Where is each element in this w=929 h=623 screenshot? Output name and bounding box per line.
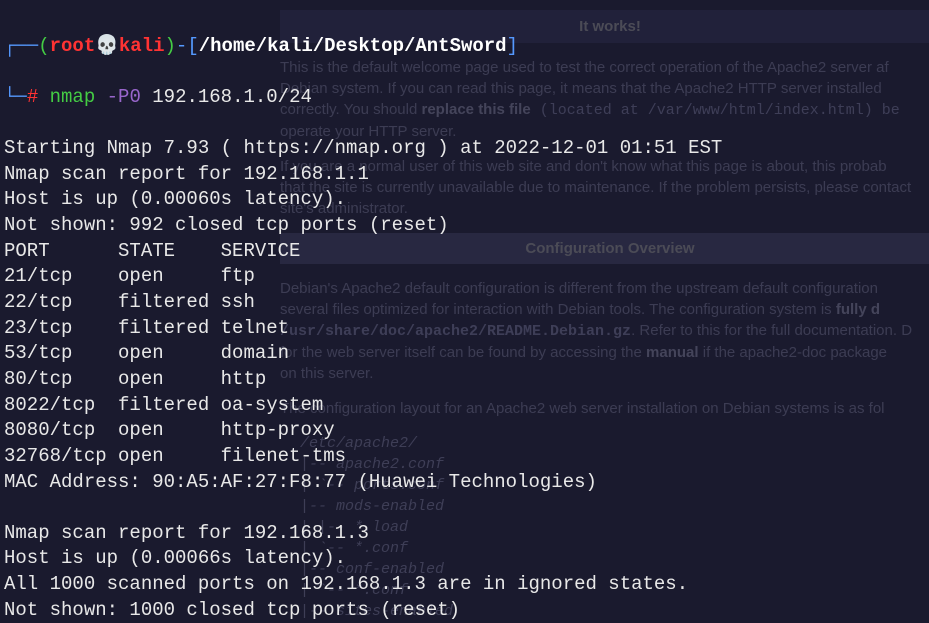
port-row: 23/tcp filtered telnet [4, 317, 289, 339]
command-target: 192.168.1.0/24 [152, 86, 312, 108]
port-row: 80/tcp open http [4, 368, 266, 390]
host-up-1: Host is up (0.00060s latency). [4, 188, 346, 210]
not-shown-1: Not shown: 992 closed tcp ports (reset) [4, 214, 449, 236]
scan-report-host2: Nmap scan report for 192.168.1.3 [4, 522, 369, 544]
port-row: 53/tcp open domain [4, 342, 289, 364]
skull-icon: 💀 [95, 35, 119, 57]
host-up-2: Host is up (0.00066s latency). [4, 547, 346, 569]
not-shown-2: Not shown: 1000 closed tcp ports (reset) [4, 599, 460, 621]
command-flag: -P0 [107, 86, 141, 108]
cwd-path: /home/kali/Desktop/AntSword [199, 35, 507, 57]
port-row: 21/tcp open ftp [4, 265, 255, 287]
ignored-states: All 1000 scanned ports on 192.168.1.3 ar… [4, 573, 688, 595]
port-header: PORT STATE SERVICE [4, 240, 300, 262]
port-row: 8022/tcp filtered oa-system [4, 394, 323, 416]
prompt-line-2: └─# nmap -P0 192.168.1.0/24 [4, 85, 925, 111]
terminal-output[interactable]: ┌──(root💀kali)-[/home/kali/Desktop/AntSw… [0, 0, 929, 569]
nmap-start-line: Starting Nmap 7.93 ( https://nmap.org ) … [4, 137, 722, 159]
scan-report-host1: Nmap scan report for 192.168.1.1 [4, 163, 369, 185]
prompt-line-1: ┌──(root💀kali)-[/home/kali/Desktop/AntSw… [4, 34, 925, 60]
port-row: 22/tcp filtered ssh [4, 291, 255, 313]
port-row: 8080/tcp open http-proxy [4, 419, 335, 441]
mac-address: MAC Address: 90:A5:AF:27:F8:77 (Huawei T… [4, 471, 597, 493]
command-name: nmap [50, 86, 96, 108]
port-row: 32768/tcp open filenet-tms [4, 445, 346, 467]
